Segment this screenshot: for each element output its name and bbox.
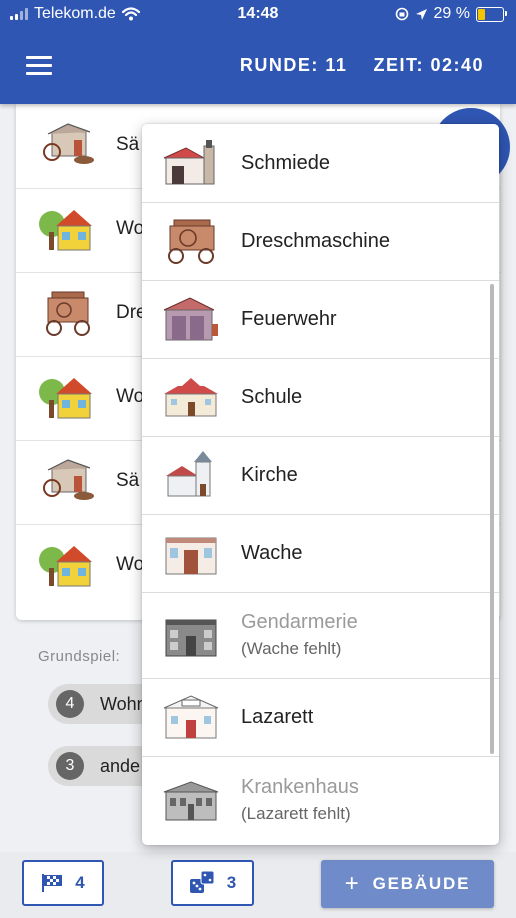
round-indicator: RUNDE: 11 (239, 55, 348, 75)
battery-percent: 29 % (433, 5, 470, 22)
fire-station-icon (163, 297, 218, 341)
sawmill-icon (43, 123, 94, 164)
dropdown-item-note: (Wache fehlt) (241, 639, 342, 658)
battery-icon (476, 6, 507, 22)
status-right: 29 % (395, 5, 507, 23)
sawmill-icon (43, 459, 94, 500)
dropdown-item-note: (Lazarett fehlt) (241, 804, 351, 823)
dropdown-item-name: Dreschmaschine (241, 230, 390, 252)
house-icon (39, 378, 92, 419)
house-icon (39, 546, 92, 587)
dropdown-item-krankenhaus[interactable]: Krankenhaus (Lazarett fehlt) (142, 756, 499, 845)
chip-text: Wohn (100, 694, 147, 714)
time-indicator: ZEIT: 02:40 (373, 55, 484, 75)
thresher-icon (46, 291, 90, 336)
flag-count: 4 (75, 873, 85, 892)
dice-icon (189, 870, 215, 893)
checkered-flag-icon (42, 874, 63, 892)
smithy-icon (163, 140, 215, 185)
add-building-button[interactable]: + GEBÄUDE (321, 860, 494, 908)
building-label: Sä (116, 470, 140, 491)
dropdown-item-name: Gendarmerie (241, 611, 358, 633)
building-label: Wo (116, 218, 145, 239)
dropdown-item-gendarmerie[interactable]: Gendarmerie (Wache fehlt) (142, 592, 499, 679)
school-icon (164, 378, 218, 417)
church-icon (166, 451, 212, 497)
dropdown-item-dreschmaschine[interactable]: Dreschmaschine (142, 202, 499, 281)
dropdown-item-name: Lazarett (241, 706, 314, 728)
location-arrow-icon (415, 8, 427, 20)
building-label: Sä (116, 134, 140, 155)
chip-text: ande (100, 756, 141, 776)
dropdown-item-lazarett[interactable]: Lazarett (142, 678, 499, 757)
dropdown-item-schmiede[interactable]: Schmiede (142, 124, 499, 203)
add-building-label: GEBÄUDE (372, 874, 471, 893)
dropdown-item-name: Krankenhaus (241, 776, 359, 798)
dropdown-item-kirche[interactable]: Kirche (142, 436, 499, 515)
plus-icon: + (344, 870, 361, 897)
dropdown-item-name: Kirche (241, 464, 298, 486)
gendarmerie-icon (165, 619, 217, 657)
guardhouse-icon (165, 537, 217, 575)
dropdown-scrollbar[interactable] (490, 284, 494, 754)
dropdown-item-wache[interactable]: Wache (142, 514, 499, 593)
dropdown-item-schule[interactable]: Schule (142, 358, 499, 437)
building-label: Wo (116, 386, 145, 407)
app-header: Telekom.de 14:48 29 % RUNDE: 11 ZEIT: 02… (0, 0, 516, 104)
dropdown-item-name: Wache (241, 542, 303, 564)
hospital-icon (163, 781, 219, 821)
dice-count: 3 (226, 873, 237, 892)
dropdown-item-name: Feuerwehr (241, 308, 337, 330)
bottom-bar: 4 3 + GEBÄUDE (0, 852, 516, 918)
dropdown-item-name: Schmiede (241, 152, 330, 174)
building-dropdown-menu: Schmiede Dreschmaschine Feuerwehr Schule… (142, 124, 499, 845)
status-bar: Telekom.de 14:48 29 % (0, 0, 516, 30)
dropdown-item-name: Schule (241, 386, 303, 408)
dice-button[interactable]: 3 (171, 860, 254, 906)
rotation-lock-icon (395, 7, 408, 21)
hamburger-menu-icon[interactable] (26, 56, 52, 76)
dropdown-item-feuerwehr[interactable]: Feuerwehr (142, 280, 499, 359)
flag-button[interactable]: 4 (22, 860, 104, 906)
field-hospital-icon (163, 695, 219, 739)
building-label: Wo (116, 554, 145, 575)
chip-count-badge: 4 (56, 690, 84, 718)
game-info: RUNDE: 11 ZEIT: 02:40 (240, 55, 484, 76)
chip-count-badge: 3 (56, 752, 84, 780)
grundspiel-label: Grundspiel: (38, 648, 121, 665)
thresher-icon (168, 219, 215, 264)
house-icon (39, 210, 92, 251)
